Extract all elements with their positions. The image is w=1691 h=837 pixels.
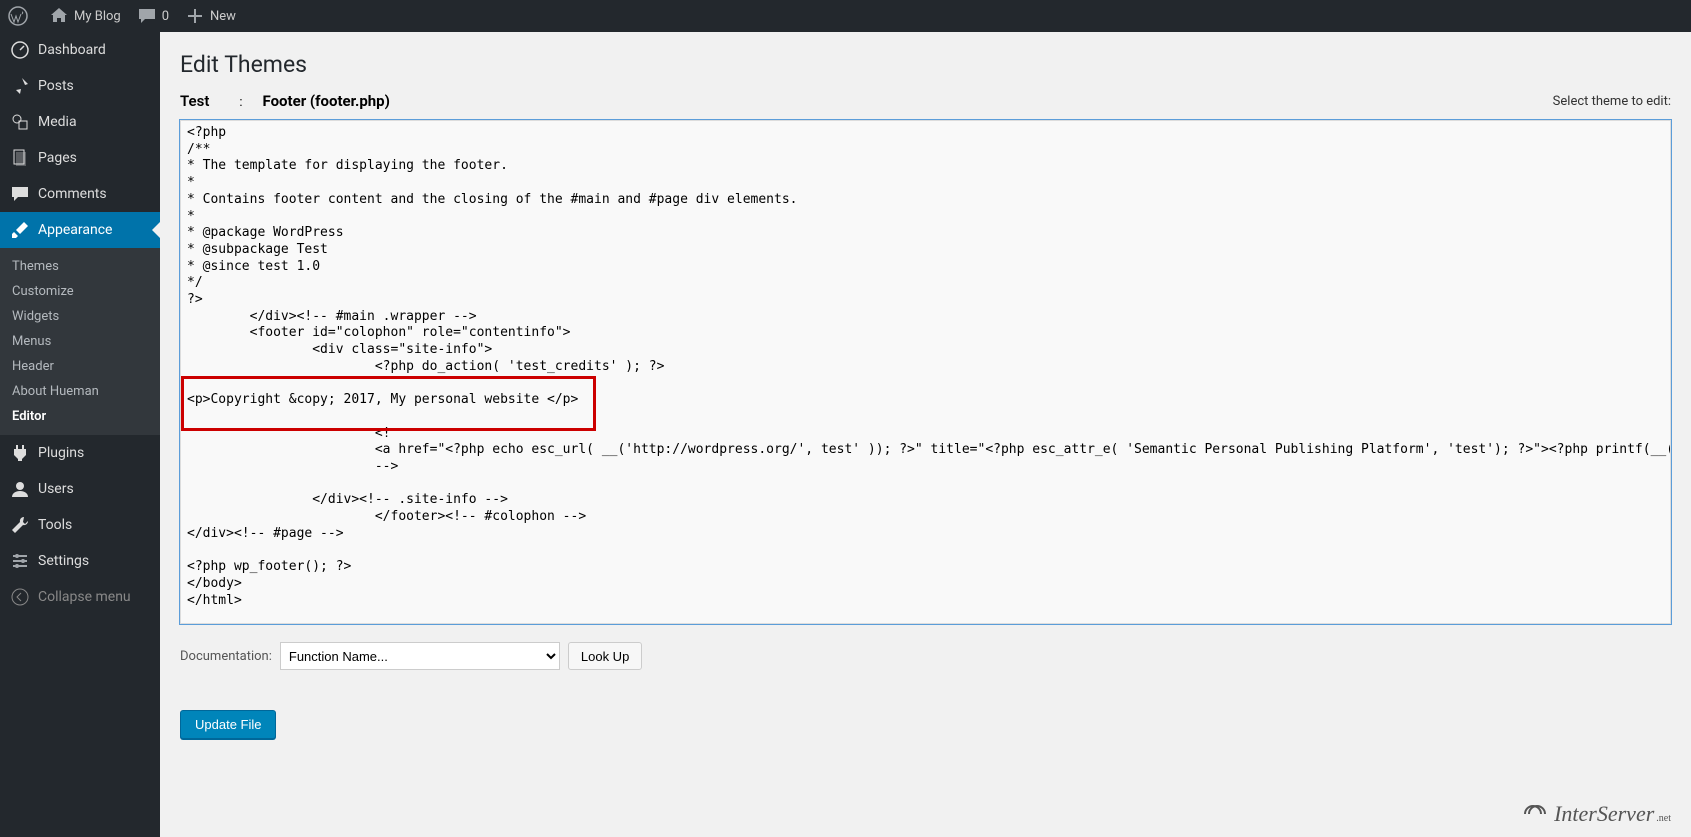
menu-plugins[interactable]: Plugins xyxy=(0,435,160,471)
admin-toolbar: My Blog 0 New xyxy=(0,0,1691,32)
lookup-button[interactable]: Look Up xyxy=(568,642,642,670)
watermark-icon xyxy=(1522,803,1552,825)
submenu-about-hueman[interactable]: About Hueman xyxy=(0,379,160,404)
menu-label: Pages xyxy=(38,150,77,166)
select-theme-label: Select theme to edit: xyxy=(1553,94,1671,109)
brush-icon xyxy=(10,220,30,240)
update-file-button[interactable]: Update File xyxy=(180,710,276,739)
watermark-brand: InterServer xyxy=(1554,801,1654,827)
comments-count: 0 xyxy=(162,9,169,24)
main-content: Edit Themes Test : Footer (footer.php) S… xyxy=(160,32,1691,799)
submenu-header[interactable]: Header xyxy=(0,354,160,379)
site-name-text: My Blog xyxy=(74,9,121,24)
function-name-select[interactable]: Function Name... xyxy=(280,642,560,670)
watermark: InterServer .net xyxy=(1522,801,1671,827)
documentation-label: Documentation: xyxy=(180,649,272,664)
menu-appearance[interactable]: Appearance xyxy=(0,212,160,248)
collapse-menu[interactable]: Collapse menu xyxy=(0,579,160,615)
users-icon xyxy=(10,479,30,499)
menu-label: Plugins xyxy=(38,445,84,461)
menu-label: Tools xyxy=(38,517,72,533)
submenu-widgets[interactable]: Widgets xyxy=(0,304,160,329)
new-content-link[interactable]: New xyxy=(177,0,244,32)
menu-label: Comments xyxy=(38,186,107,202)
site-name-link[interactable]: My Blog xyxy=(41,0,129,32)
code-editor[interactable] xyxy=(180,120,1671,624)
menu-media[interactable]: Media xyxy=(0,104,160,140)
watermark-suffix: .net xyxy=(1656,813,1671,824)
theme-name: Test xyxy=(180,92,219,110)
documentation-row: Documentation: Function Name... Look Up xyxy=(180,642,1671,670)
collapse-icon xyxy=(10,587,30,607)
menu-label: Posts xyxy=(38,78,74,94)
new-label: New xyxy=(210,9,236,24)
admin-sidebar: Dashboard Posts Media Pages Comments App… xyxy=(0,32,160,837)
page-icon xyxy=(10,148,30,168)
menu-comments[interactable]: Comments xyxy=(0,176,160,212)
submenu-themes[interactable]: Themes xyxy=(0,254,160,279)
editor-wrapper xyxy=(180,120,1671,628)
home-icon xyxy=(49,6,69,26)
plus-icon xyxy=(185,6,205,26)
menu-settings[interactable]: Settings xyxy=(0,543,160,579)
menu-tools[interactable]: Tools xyxy=(0,507,160,543)
comment-icon xyxy=(137,6,157,26)
appearance-submenu: Themes Customize Widgets Menus Header Ab… xyxy=(0,248,160,435)
file-header-row: Test : Footer (footer.php) Select theme … xyxy=(180,92,1671,110)
menu-label: Settings xyxy=(38,553,89,569)
submenu-menus[interactable]: Menus xyxy=(0,329,160,354)
settings-icon xyxy=(10,551,30,571)
pin-icon xyxy=(10,76,30,96)
comment-icon xyxy=(10,184,30,204)
menu-dashboard[interactable]: Dashboard xyxy=(0,32,160,68)
menu-label: Media xyxy=(38,114,77,130)
plugin-icon xyxy=(10,443,30,463)
menu-label: Collapse menu xyxy=(38,589,131,605)
dashboard-icon xyxy=(10,40,30,60)
menu-label: Users xyxy=(38,481,74,497)
submenu-customize[interactable]: Customize xyxy=(0,279,160,304)
menu-pages[interactable]: Pages xyxy=(0,140,160,176)
wordpress-icon xyxy=(8,6,28,26)
menu-users[interactable]: Users xyxy=(0,471,160,507)
menu-label: Appearance xyxy=(38,222,112,238)
wp-logo-menu[interactable] xyxy=(0,0,41,32)
tools-icon xyxy=(10,515,30,535)
submenu-editor[interactable]: Editor xyxy=(0,404,160,429)
menu-posts[interactable]: Posts xyxy=(0,68,160,104)
page-title: Edit Themes xyxy=(180,42,1671,82)
menu-label: Dashboard xyxy=(38,42,106,58)
current-file-name: Footer (footer.php) xyxy=(263,92,390,110)
colon: : xyxy=(219,95,262,110)
comments-link[interactable]: 0 xyxy=(129,0,177,32)
media-icon xyxy=(10,112,30,132)
